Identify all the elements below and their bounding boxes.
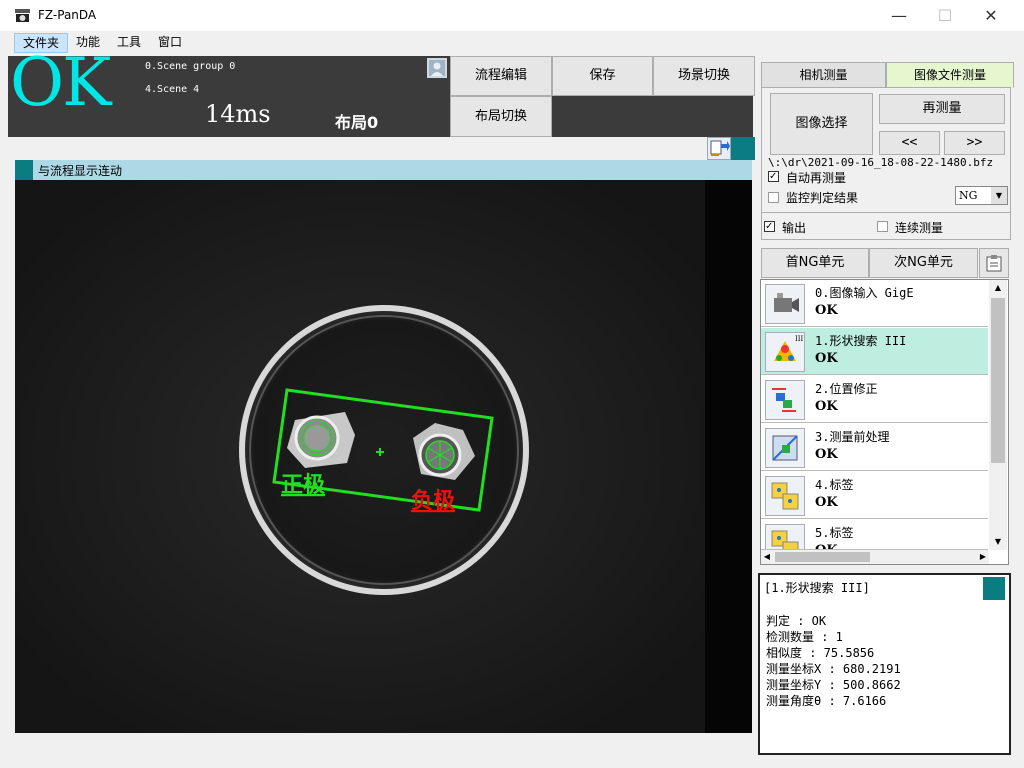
- scene-text: 4.Scene 4: [145, 84, 200, 95]
- detail-line-coord-x: 测量坐标X : 680.2191: [766, 662, 901, 676]
- ng-select[interactable]: NG ▼: [955, 186, 1008, 205]
- monitor-result-label: 监控判定结果: [786, 191, 859, 205]
- horizontal-scrollbar[interactable]: ◀ ▶: [761, 550, 989, 564]
- shape-search-icon: III: [765, 332, 805, 372]
- app-logo-icon: [14, 8, 31, 23]
- file-path: \:\dr\2021-09-16_18-08-22-1480.bfz: [768, 156, 994, 169]
- scroll-down-icon[interactable]: ▼: [989, 534, 1007, 550]
- camera-input-icon: [765, 284, 805, 324]
- positive-label: 正极: [281, 472, 326, 498]
- vertical-scrollbar[interactable]: ▲ ▼: [989, 280, 1007, 550]
- first-ng-button[interactable]: 首NG单元: [761, 248, 869, 278]
- processing-time: 14ms: [205, 100, 271, 128]
- detail-line-judgment: 判定 : OK: [766, 614, 827, 628]
- scroll-up-icon[interactable]: ▲: [989, 280, 1007, 296]
- clipboard-icon[interactable]: [979, 248, 1009, 278]
- flow-item-2[interactable]: 2.位置修正 OK: [761, 376, 988, 423]
- minimize-button[interactable]: —: [876, 0, 922, 31]
- flow-item-name: 1.形状搜索 III: [815, 334, 907, 348]
- layout-switch-button[interactable]: 布局切换: [450, 96, 552, 137]
- scroll-thumb-horizontal[interactable]: [775, 552, 870, 562]
- position-correction-icon: [765, 380, 805, 420]
- user-icon[interactable]: [427, 58, 447, 78]
- image-panel-marker: [15, 160, 33, 180]
- title-bar: FZ-PanDA — ☐ ✕: [0, 0, 1024, 31]
- image-panel-header: [15, 160, 752, 180]
- flow-item-result: OK: [815, 351, 838, 366]
- flow-item-5[interactable]: 5.标签 OK: [761, 520, 988, 550]
- auto-remeasure-label: 自动再测量: [786, 171, 847, 185]
- flow-item-name: 3.测量前处理: [815, 430, 890, 444]
- menu-bar: 文件夹 功能 工具 窗口: [0, 31, 1024, 55]
- flow-item-4[interactable]: 4.标签 OK: [761, 472, 988, 519]
- overall-result: OK: [10, 44, 111, 121]
- layout-label: 布局0: [335, 113, 379, 132]
- next-ng-button[interactable]: 次NG单元: [869, 248, 978, 278]
- detail-line-count: 检测数量 : 1: [766, 630, 843, 644]
- flow-item-result: OK: [815, 543, 838, 549]
- scene-group-text: 0.Scene group 0: [145, 61, 236, 72]
- flow-item-result: OK: [815, 495, 838, 510]
- flow-item-name: 5.标签: [815, 526, 854, 540]
- close-button[interactable]: ✕: [968, 0, 1014, 31]
- scroll-left-icon[interactable]: ◀: [761, 550, 773, 564]
- flow-item-name: 0.图像输入 GigE: [815, 286, 914, 300]
- next-image-button[interactable]: >>: [944, 131, 1005, 155]
- output-checkbox[interactable]: ✓: [764, 221, 775, 232]
- tab-camera-measure[interactable]: 相机测量: [761, 62, 886, 88]
- continuous-measure-checkbox[interactable]: [877, 221, 888, 232]
- flow-edit-button[interactable]: 流程编辑: [450, 56, 552, 96]
- camera-image[interactable]: 正极 负极: [15, 180, 752, 733]
- image-select-button[interactable]: 图像选择: [770, 93, 873, 155]
- flow-item-0[interactable]: 0.图像输入 GigE OK: [761, 280, 988, 327]
- preprocess-icon: [765, 428, 805, 468]
- detail-title: [1.形状搜索 III]: [764, 581, 870, 595]
- detail-color-marker: [983, 577, 1005, 600]
- ng-select-value: NG: [959, 189, 978, 202]
- flow-item-result: OK: [815, 447, 838, 462]
- maximize-button[interactable]: ☐: [922, 0, 968, 31]
- status-panel: OK 0.Scene group 0 4.Scene 4 14ms 布局0: [8, 50, 450, 137]
- flow-item-name: 2.位置修正: [815, 382, 878, 396]
- chevron-down-icon[interactable]: ▼: [991, 187, 1007, 204]
- svg-text:III: III: [795, 335, 804, 343]
- scroll-right-icon[interactable]: ▶: [977, 550, 989, 564]
- negative-label: 负极: [411, 488, 456, 514]
- flow-item-name: 4.标签: [815, 478, 854, 492]
- remeasure-button[interactable]: 再测量: [879, 94, 1005, 124]
- window-title: FZ-PanDA: [38, 8, 97, 22]
- tab-image-file-measure[interactable]: 图像文件测量: [886, 62, 1014, 88]
- monitor-result-checkbox[interactable]: [768, 192, 779, 203]
- detail-line-angle: 测量角度θ : 7.6166: [766, 694, 887, 708]
- label-icon: [765, 476, 805, 516]
- detail-line-coord-y: 测量坐标Y : 500.8662: [766, 678, 901, 692]
- menu-window[interactable]: 窗口: [150, 33, 190, 53]
- flow-item-result: OK: [815, 399, 838, 414]
- detail-line-similarity: 相似度 : 75.5856: [766, 646, 875, 660]
- output-label: 输出: [782, 221, 807, 235]
- scroll-thumb[interactable]: [991, 298, 1005, 463]
- flow-item-1[interactable]: III 1.形状搜索 III OK: [761, 328, 988, 375]
- panel-color-marker: [731, 137, 755, 160]
- menu-tools[interactable]: 工具: [109, 33, 149, 53]
- prev-image-button[interactable]: <<: [879, 131, 940, 155]
- flow-item-3[interactable]: 3.测量前处理 OK: [761, 424, 988, 471]
- label-icon: [765, 524, 805, 549]
- flow-item-result: OK: [815, 303, 838, 318]
- auto-remeasure-checkbox[interactable]: ✓: [768, 171, 779, 182]
- sync-toggle-icon[interactable]: [707, 137, 731, 160]
- image-panel-title: 与流程显示连动: [38, 164, 123, 178]
- detail-panel: [1.形状搜索 III] 判定 : OK 检测数量 : 1 相似度 : 75.5…: [758, 573, 1011, 755]
- save-button[interactable]: 保存: [552, 56, 653, 96]
- continuous-measure-label: 连续测量: [895, 221, 944, 235]
- scene-switch-button[interactable]: 场景切换: [653, 56, 755, 96]
